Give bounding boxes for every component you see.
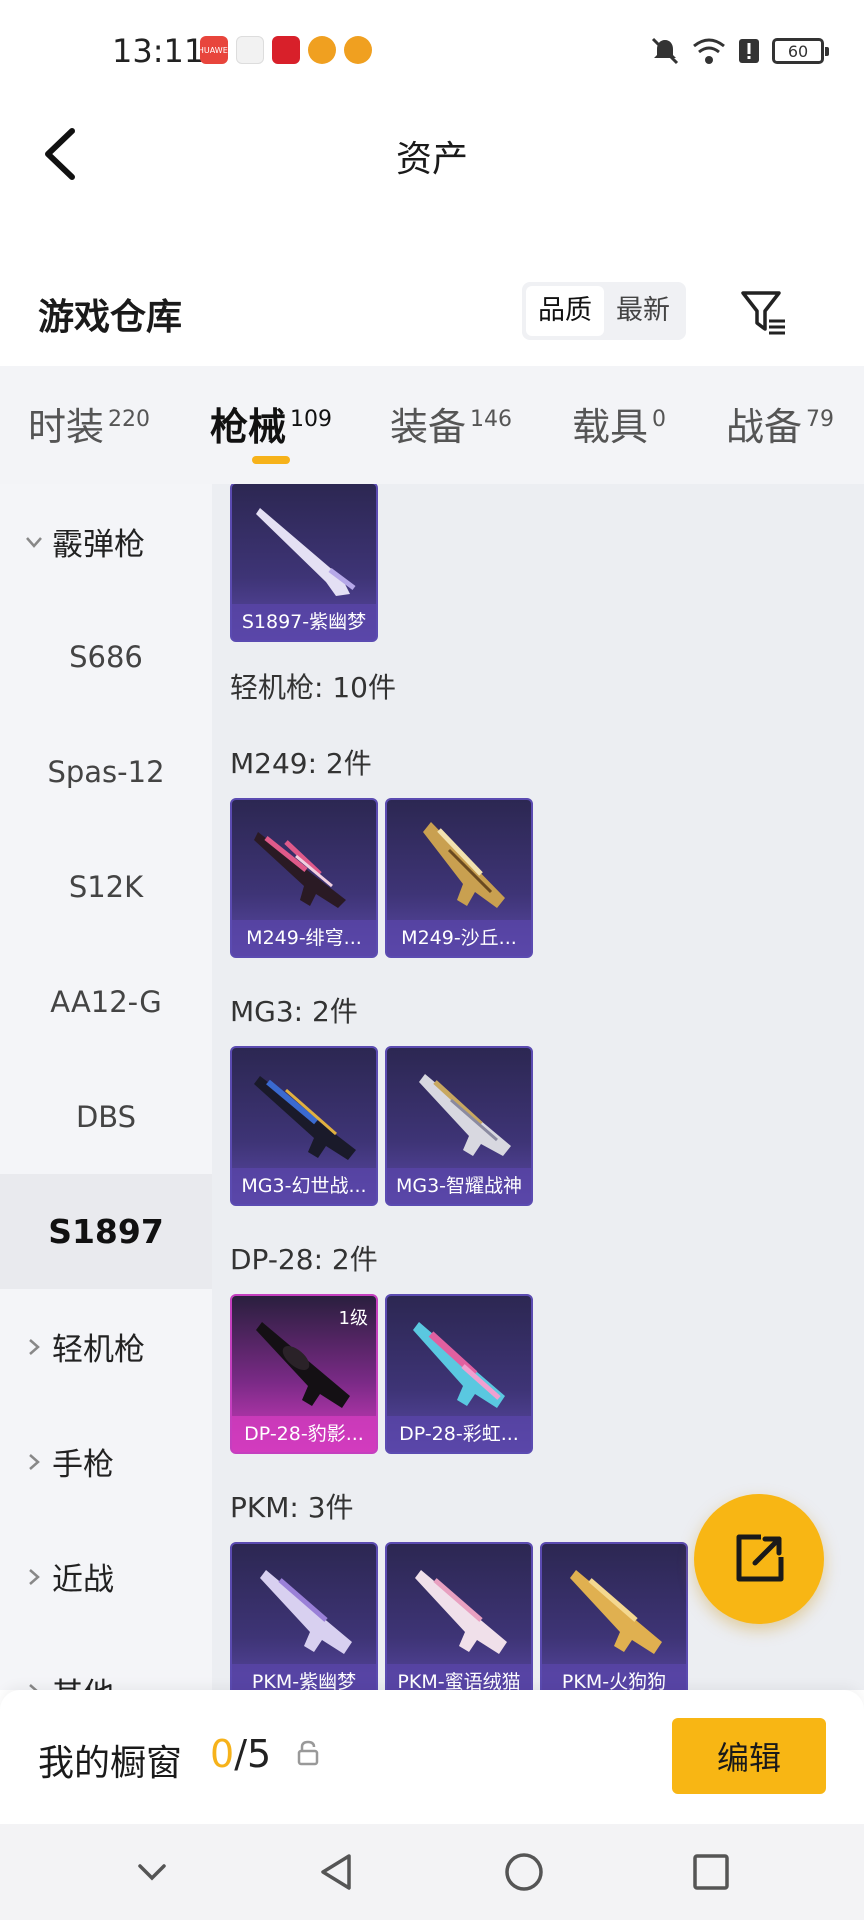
tab-active-indicator [252, 456, 290, 464]
heart-app-icon [272, 36, 300, 64]
filter-icon [741, 291, 785, 335]
item-name: S1897-紫幽梦 [232, 604, 376, 640]
sidebar-item-aa12g[interactable]: AA12-G [0, 944, 212, 1059]
group-label-pkm: PKM: 3件 [230, 1491, 354, 1524]
machine-gun-icon [260, 1570, 352, 1654]
collapse-nav-icon[interactable] [132, 1852, 172, 1892]
item-card[interactable]: DP-28-彩虹... [385, 1294, 533, 1454]
item-card[interactable]: 1级 DP-28-豹影... [230, 1294, 378, 1454]
chevron-right-icon [20, 1448, 48, 1476]
section-title: 游戏仓库 [38, 297, 183, 338]
gift-app-icon [236, 36, 264, 64]
chevron-down-icon [20, 528, 48, 556]
group-label-m249: M249: 2件 [230, 747, 372, 780]
chevron-right-icon [20, 1678, 48, 1690]
machine-gun-icon [419, 1074, 511, 1156]
sidebar-group-melee[interactable]: 近战 [0, 1519, 212, 1634]
tab-firearms[interactable]: 枪械 109 [210, 396, 332, 451]
sort-newest-button[interactable]: 最新 [604, 286, 682, 336]
status-time: 13:11 [112, 32, 205, 70]
showcase-count: 0/5 [210, 1732, 272, 1776]
external-link-icon [736, 1534, 784, 1582]
item-name: DP-28-豹影... [232, 1416, 376, 1452]
item-card[interactable]: PKM-紫幽梦 [230, 1542, 378, 1690]
alert-icon [739, 39, 759, 63]
sidebar-item-s12k[interactable]: S12K [0, 829, 212, 944]
machine-gun-icon [415, 1570, 507, 1654]
group-label-dp28: DP-28: 2件 [230, 1243, 378, 1276]
group-label-mg3: MG3: 2件 [230, 995, 358, 1028]
item-name: DP-28-彩虹... [387, 1416, 531, 1452]
showcase-label: 我的橱窗 [38, 1743, 183, 1784]
battery-icon: 60 [772, 38, 829, 64]
sort-toggle: 品质 最新 [522, 282, 686, 340]
nav-home-icon[interactable] [502, 1850, 546, 1894]
sidebar-group-other[interactable]: 其他 [0, 1634, 212, 1690]
tab-equipment[interactable]: 装备 146 [390, 396, 512, 451]
sidebar-group-label: 手枪 [52, 1447, 114, 1483]
item-card[interactable]: PKM-蜜语绒猫 [385, 1542, 533, 1690]
machine-gun-icon [254, 832, 346, 908]
item-name: M249-绯穹... [232, 920, 376, 956]
machine-gun-icon [423, 822, 505, 908]
sort-quality-button[interactable]: 品质 [526, 286, 604, 336]
mute-bell-icon [651, 37, 679, 65]
sidebar-item-spas12[interactable]: Spas-12 [0, 714, 212, 829]
nav-recents-icon[interactable] [689, 1850, 733, 1894]
group-label-lmg: 轻机枪: 10件 [230, 671, 396, 704]
item-card[interactable]: MG3-智耀战神 [385, 1046, 533, 1206]
item-name: M249-沙丘... [387, 920, 531, 956]
share-fab[interactable] [694, 1494, 824, 1624]
sidebar-item-s1897[interactable]: S1897 [0, 1174, 212, 1289]
item-card[interactable]: M249-绯穹... [230, 798, 378, 958]
sidebar-group-label: 霰弹枪 [52, 527, 145, 563]
sidebar-item-dbs[interactable]: DBS [0, 1059, 212, 1174]
system-nav-bar [0, 1824, 864, 1920]
item-card[interactable]: PKM-火狗狗 [540, 1542, 688, 1690]
sidebar-group-label: 其他 [52, 1669, 114, 1690]
section-head: 游戏仓库 品质 最新 [0, 270, 864, 360]
sidebar-group-label: 近战 [52, 1562, 114, 1598]
machine-gun-icon [254, 1076, 356, 1160]
sidebar-group-pistol[interactable]: 手枪 [0, 1404, 212, 1519]
tab-fashion[interactable]: 时装 220 [28, 396, 150, 451]
item-name: MG3-幻世战... [232, 1168, 376, 1204]
item-name: PKM-紫幽梦 [232, 1664, 376, 1690]
chevron-right-icon [20, 1563, 48, 1591]
page-title: 资产 [395, 139, 468, 180]
showcase-bar: 我的橱窗 0/5 编辑 [0, 1690, 864, 1824]
sidebar-group-label: 轻机枪 [52, 1332, 145, 1368]
category-tabs: 时装 220 枪械 109 装备 146 载具 0 战备 79 [0, 366, 864, 484]
cat-app-icon [308, 36, 336, 64]
tab-vehicles[interactable]: 载具 0 [572, 396, 666, 451]
status-indicators: 60 [650, 36, 829, 66]
item-card[interactable]: M249-沙丘... [385, 798, 533, 958]
sidebar-group-lmg[interactable]: 轻机枪 [0, 1289, 212, 1404]
status-bar: 13:11 HUAWEI 60 [0, 0, 864, 104]
shotgun-icon [256, 508, 356, 596]
sidebar-group-shotgun[interactable]: 霰弹枪 [0, 484, 212, 599]
item-name: PKM-蜜语绒猫 [387, 1664, 531, 1690]
wifi-icon [693, 38, 725, 64]
lock-icon [297, 1740, 319, 1766]
sidebar-item-s686[interactable]: S686 [0, 599, 212, 714]
machine-gun-icon [570, 1570, 662, 1654]
status-app-icons: HUAWEI [198, 36, 372, 64]
top-header: 资产 [0, 104, 864, 204]
chevron-right-icon [20, 1333, 48, 1361]
item-card[interactable]: MG3-幻世战... [230, 1046, 378, 1206]
machine-gun-icon [413, 1322, 505, 1408]
level-badge: 1级 [338, 1308, 368, 1329]
item-name: PKM-火狗狗 [542, 1664, 686, 1690]
filter-button[interactable] [736, 284, 792, 340]
tab-supplies[interactable]: 战备 79 [726, 396, 834, 451]
huawei-app-icon: HUAWEI [198, 36, 230, 64]
item-card[interactable]: S1897-紫幽梦 [230, 484, 378, 642]
edit-button[interactable]: 编辑 [672, 1718, 826, 1794]
category-sidebar: 霰弹枪 S686 Spas-12 S12K AA12-G DBS S1897 轻… [0, 484, 212, 1690]
cat-app-icon-2 [344, 36, 372, 64]
item-name: MG3-智耀战神 [387, 1168, 531, 1204]
nav-back-icon[interactable] [315, 1850, 359, 1894]
